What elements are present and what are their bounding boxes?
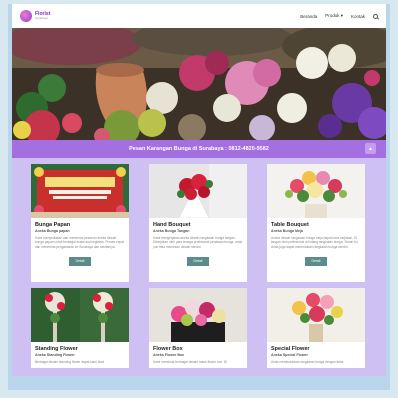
product-image bbox=[267, 164, 365, 218]
nav-item-kontak[interactable]: Kontak bbox=[351, 14, 365, 19]
flower-box-image bbox=[149, 288, 247, 342]
product-card-standing-flower: Standing Flower Aneka Standing Flower Be… bbox=[31, 288, 129, 368]
product-description: Berbagai desain standing flower dapat ka… bbox=[35, 360, 104, 364]
search-icon[interactable] bbox=[373, 13, 378, 19]
product-title: Hand Bouquet bbox=[153, 222, 191, 228]
product-description: Kami membuat berbagai desain rakuk flowe… bbox=[153, 360, 227, 364]
product-image bbox=[31, 288, 129, 342]
hero-image bbox=[12, 28, 386, 140]
web-page: Florist Surabaya Beranda Produk ▾ Kontak bbox=[12, 4, 386, 376]
detail-button[interactable]: Detail bbox=[69, 257, 91, 266]
hero-flowers-illustration bbox=[12, 28, 386, 140]
main-menu: Beranda Produk ▾ Kontak bbox=[300, 13, 378, 19]
banner-text: Pesan Karangan Bunga di Surabaya : 0812-… bbox=[129, 146, 269, 152]
product-card-hand-bouquet: Hand Bouquet Aneka Bunga Tangan Kami men… bbox=[149, 164, 247, 282]
nav-item-produk[interactable]: Produk ▾ bbox=[325, 13, 343, 19]
product-card-bunga-papan: Bunga Papan Aneka Bunga papan Kami menye… bbox=[31, 164, 129, 282]
scroll-up-button[interactable]: ▴ bbox=[365, 143, 376, 154]
standing-flower-image bbox=[31, 288, 129, 342]
product-image bbox=[31, 164, 129, 218]
special-flower-image bbox=[267, 288, 365, 342]
product-description: Kami mengerjakan aneka desain rangkaian … bbox=[153, 236, 243, 249]
detail-button[interactable]: Detail bbox=[305, 257, 327, 266]
product-title: Flower Box bbox=[153, 346, 183, 352]
brand-tagline: Surabaya bbox=[35, 16, 48, 20]
bunga-papan-image bbox=[31, 164, 129, 218]
product-description: Kami menyediakan dan menerima pesanan an… bbox=[35, 236, 124, 249]
product-section: Bunga Papan Aneka Bunga papan Kami menye… bbox=[12, 158, 386, 376]
table-bouquet-image bbox=[267, 164, 365, 218]
flower-logo-icon bbox=[20, 10, 32, 22]
product-title: Special Flower bbox=[271, 346, 310, 352]
nav-item-beranda[interactable]: Beranda bbox=[300, 14, 317, 19]
product-description: Aneka desain rangkaian bunga meja dapat … bbox=[271, 236, 358, 249]
product-grid: Bunga Papan Aneka Bunga papan Kami menye… bbox=[31, 164, 374, 368]
product-title: Standing Flower bbox=[35, 346, 78, 352]
top-navbar: Florist Surabaya Beranda Produk ▾ Kontak bbox=[12, 4, 386, 28]
chevron-up-icon: ▴ bbox=[369, 145, 372, 152]
product-title: Table Bouquet bbox=[271, 222, 309, 228]
product-image bbox=[149, 164, 247, 218]
brand-text: Florist Surabaya bbox=[35, 12, 50, 20]
contact-banner: Pesan Karangan Bunga di Surabaya : 0812-… bbox=[12, 140, 386, 158]
product-card-flower-box: Flower Box Aneka Flower Box Kami membuat… bbox=[149, 288, 247, 368]
hand-bouquet-image bbox=[149, 164, 247, 218]
product-image bbox=[149, 288, 247, 342]
detail-button[interactable]: Detail bbox=[187, 257, 209, 266]
product-card-table-bouquet: Table Bouquet Aneka Bunga Meja Aneka des… bbox=[267, 164, 365, 282]
product-image bbox=[267, 288, 365, 342]
product-description: Anda membutuhkan rangkaian bunga dengan … bbox=[271, 360, 344, 364]
product-card-special-flower: Special Flower Aneka Special Flower Anda… bbox=[267, 288, 365, 368]
brand-logo[interactable]: Florist Surabaya bbox=[20, 10, 50, 22]
product-title: Bunga Papan bbox=[35, 222, 71, 228]
